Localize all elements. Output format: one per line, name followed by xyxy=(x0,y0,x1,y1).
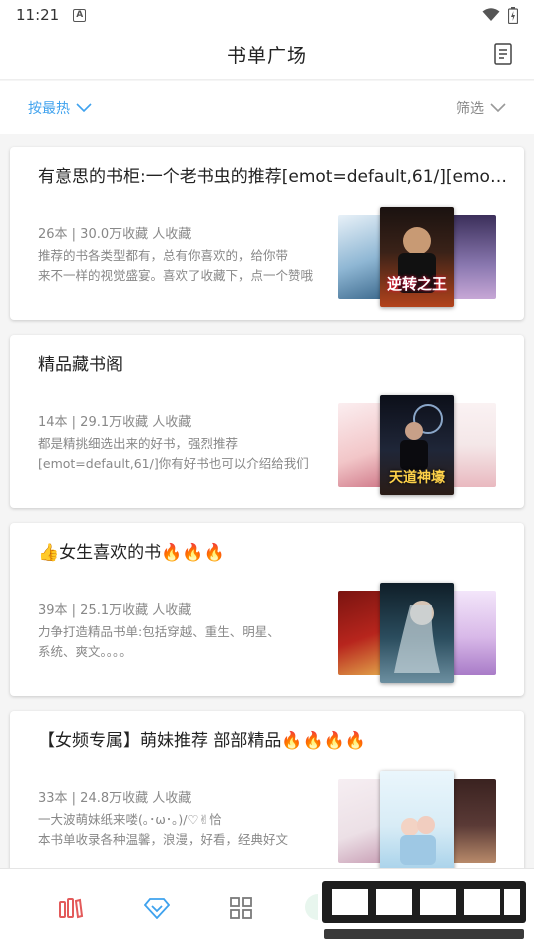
chevron-down-icon xyxy=(76,102,92,112)
book-cover xyxy=(338,591,386,675)
book-cover xyxy=(448,779,496,863)
book-cover xyxy=(380,771,454,868)
booklist-card[interactable]: 精品藏书阁 14本 | 29.1万收藏 人收藏 都是精挑细选出来的好书，强烈推荐… xyxy=(10,335,524,508)
booklist-stats: 14本 | 29.1万收藏 人收藏 xyxy=(38,415,192,430)
filter-dropdown[interactable]: 筛选 xyxy=(456,98,506,118)
filter-label: 筛选 xyxy=(456,100,484,117)
book-cover xyxy=(380,583,454,683)
bookshelf-icon[interactable] xyxy=(58,897,84,919)
book-cover xyxy=(338,779,386,863)
my-booklist-icon[interactable] xyxy=(494,43,512,65)
book-covers xyxy=(338,583,498,683)
book-cover xyxy=(448,591,496,675)
booklist-card[interactable]: 有意思的书柜:一个老书虫的推荐[emot=default,61/][emot=d… xyxy=(10,147,524,320)
booklist-list[interactable]: 有意思的书柜:一个老书虫的推荐[emot=default,61/][emot=d… xyxy=(0,134,534,868)
book-covers: 逆转之王 xyxy=(338,207,498,307)
page-title: 书单广场 xyxy=(226,45,307,67)
wifi-icon xyxy=(482,8,500,21)
category-grid-icon[interactable] xyxy=(230,897,252,919)
description-line: 一大波萌妹纸来喽(｡･ω･｡)/♡✌恰 xyxy=(38,812,222,827)
book-cover xyxy=(448,403,496,487)
battery-icon xyxy=(508,6,518,24)
booklist-description: 推荐的书各类型都有，总有你喜欢的，给你带 来不一样的视觉盛宴。喜欢了收藏下，点一… xyxy=(38,246,318,286)
booklist-title: 有意思的书柜:一个老书虫的推荐[emot=default,61/][emot=d… xyxy=(38,167,508,187)
booklist-stats: 26本 | 30.0万收藏 人收藏 xyxy=(38,227,192,242)
description-line: 系统、爽文。。。。 xyxy=(38,644,132,659)
booklist-description: 一大波萌妹纸来喽(｡･ω･｡)/♡✌恰 本书单收录各种温馨，浪漫，好看，经典好文 xyxy=(38,810,318,850)
book-cover: 天道神壕 xyxy=(380,395,454,495)
chevron-down-icon xyxy=(490,102,506,112)
status-time: 11:21 xyxy=(16,6,60,24)
booklist-stats: 39本 | 25.1万收藏 人收藏 xyxy=(38,603,192,618)
book-cover: 逆转之王 xyxy=(380,207,454,307)
booklist-title: 👍女生喜欢的书🔥🔥🔥 xyxy=(38,543,225,563)
description-line: 来不一样的视觉盛宴。喜欢了收藏下，点一个赞哦 xyxy=(38,268,314,283)
book-covers xyxy=(338,771,498,868)
title-bar: 书单广场 xyxy=(0,30,534,80)
cover-art xyxy=(394,601,440,673)
status-bar: 11:21 A xyxy=(0,0,534,30)
sort-label: 按最热 xyxy=(28,100,70,117)
notification-icon: A xyxy=(73,8,87,22)
cover-art xyxy=(400,816,436,865)
filter-bar: 按最热 筛选 xyxy=(0,81,534,134)
sort-dropdown[interactable]: 按最热 xyxy=(28,98,92,118)
booklist-title: 精品藏书阁 xyxy=(38,355,123,375)
description-line: [emot=default,61/]你有好书也可以介绍给我们 xyxy=(38,456,309,471)
book-cover-title: 逆转之王 xyxy=(386,275,447,293)
description-line: 力争打造精品书单:包括穿越、重生、明星、 xyxy=(38,624,280,639)
book-cover xyxy=(338,215,386,299)
booklist-description: 都是精挑细选出来的好书，强烈推荐 [emot=default,61/]你有好书也… xyxy=(38,434,318,474)
book-cover-title: 天道神壕 xyxy=(389,470,445,486)
description-line: 都是精挑细选出来的好书，强烈推荐 xyxy=(38,436,239,451)
watermark-art xyxy=(322,881,526,939)
book-covers: 天道神壕 xyxy=(338,395,498,495)
booklist-title: 【女频专属】萌妹推荐 部部精品🔥🔥🔥🔥 xyxy=(38,731,367,751)
diamond-icon[interactable] xyxy=(144,897,170,919)
description-line: 推荐的书各类型都有，总有你喜欢的，给你带 xyxy=(38,248,289,263)
book-cover xyxy=(338,403,386,487)
booklist-card[interactable]: 【女频专属】萌妹推荐 部部精品🔥🔥🔥🔥 33本 | 24.8万收藏 人收藏 一大… xyxy=(10,711,524,868)
booklist-description: 力争打造精品书单:包括穿越、重生、明星、 系统、爽文。。。。 xyxy=(38,622,318,662)
booklist-card[interactable]: 👍女生喜欢的书🔥🔥🔥 39本 | 25.1万收藏 人收藏 力争打造精品书单:包括… xyxy=(10,523,524,696)
description-line: 本书单收录各种温馨，浪漫，好看，经典好文 xyxy=(38,832,289,847)
booklist-stats: 33本 | 24.8万收藏 人收藏 xyxy=(38,791,192,806)
watermark-logo xyxy=(318,877,530,945)
book-cover xyxy=(448,215,496,299)
